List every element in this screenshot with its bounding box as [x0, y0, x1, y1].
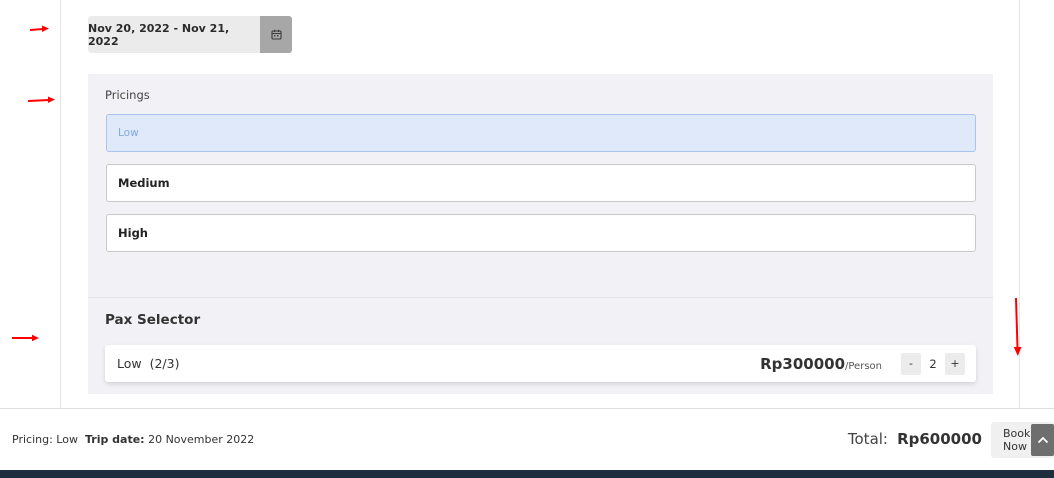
total-price: Total: Rp600000 [848, 429, 982, 448]
total-amount: Rp600000 [897, 430, 982, 448]
pax-price: Rp300000/Person [760, 354, 882, 373]
pricing-option-low[interactable]: Low [106, 114, 976, 152]
pax-tier-name: Low [117, 356, 142, 371]
pricing-summary-label: Pricing: [12, 433, 53, 446]
pax-row-name: Low (2/3) [117, 356, 179, 371]
calendar-icon [270, 29, 282, 40]
annotation-arrow-2 [28, 96, 55, 103]
quantity-value: 2 [929, 356, 937, 371]
quantity-stepper: - 2 + [901, 352, 965, 375]
booking-panel: Pricings Low Medium High Pax Selector Lo… [88, 74, 993, 394]
increment-button[interactable]: + [945, 352, 965, 375]
price-amount: Rp300000 [760, 355, 846, 373]
content-left-border [60, 0, 61, 408]
scroll-to-top-button[interactable] [1031, 424, 1054, 456]
annotation-arrow-3 [12, 334, 39, 342]
section-divider [88, 297, 993, 298]
pax-availability: (2/3) [149, 356, 180, 371]
calendar-button[interactable] [260, 16, 292, 53]
pricing-option-medium[interactable]: Medium [106, 164, 976, 202]
annotation-arrow-1 [30, 25, 49, 32]
pricings-label: Pricings [105, 88, 150, 102]
pax-row: Low (2/3) Rp300000/Person - 2 + [105, 345, 976, 382]
price-unit: /Person [845, 361, 882, 372]
pricing-option-high[interactable]: High [106, 214, 976, 252]
date-range-text[interactable]: Nov 20, 2022 - Nov 21, 2022 [88, 16, 260, 53]
trip-date-label: Trip date: [84, 433, 145, 446]
decrement-button[interactable]: - [901, 352, 921, 375]
chevron-up-icon [1037, 436, 1048, 444]
booking-footer: Pricing: Low Trip date: 20 November 2022… [0, 408, 1054, 470]
os-taskbar [0, 470, 1054, 478]
total-label: Total: [847, 430, 888, 448]
trip-date-value: 20 November 2022 [148, 433, 255, 446]
date-range-picker[interactable]: Nov 20, 2022 - Nov 21, 2022 [88, 16, 292, 53]
annotation-arrow-4 [1013, 298, 1022, 356]
pricing-summary-value: Low [56, 433, 78, 446]
pax-selector-title: Pax Selector [105, 312, 201, 328]
booking-summary: Pricing: Low Trip date: 20 November 2022 [12, 433, 254, 446]
